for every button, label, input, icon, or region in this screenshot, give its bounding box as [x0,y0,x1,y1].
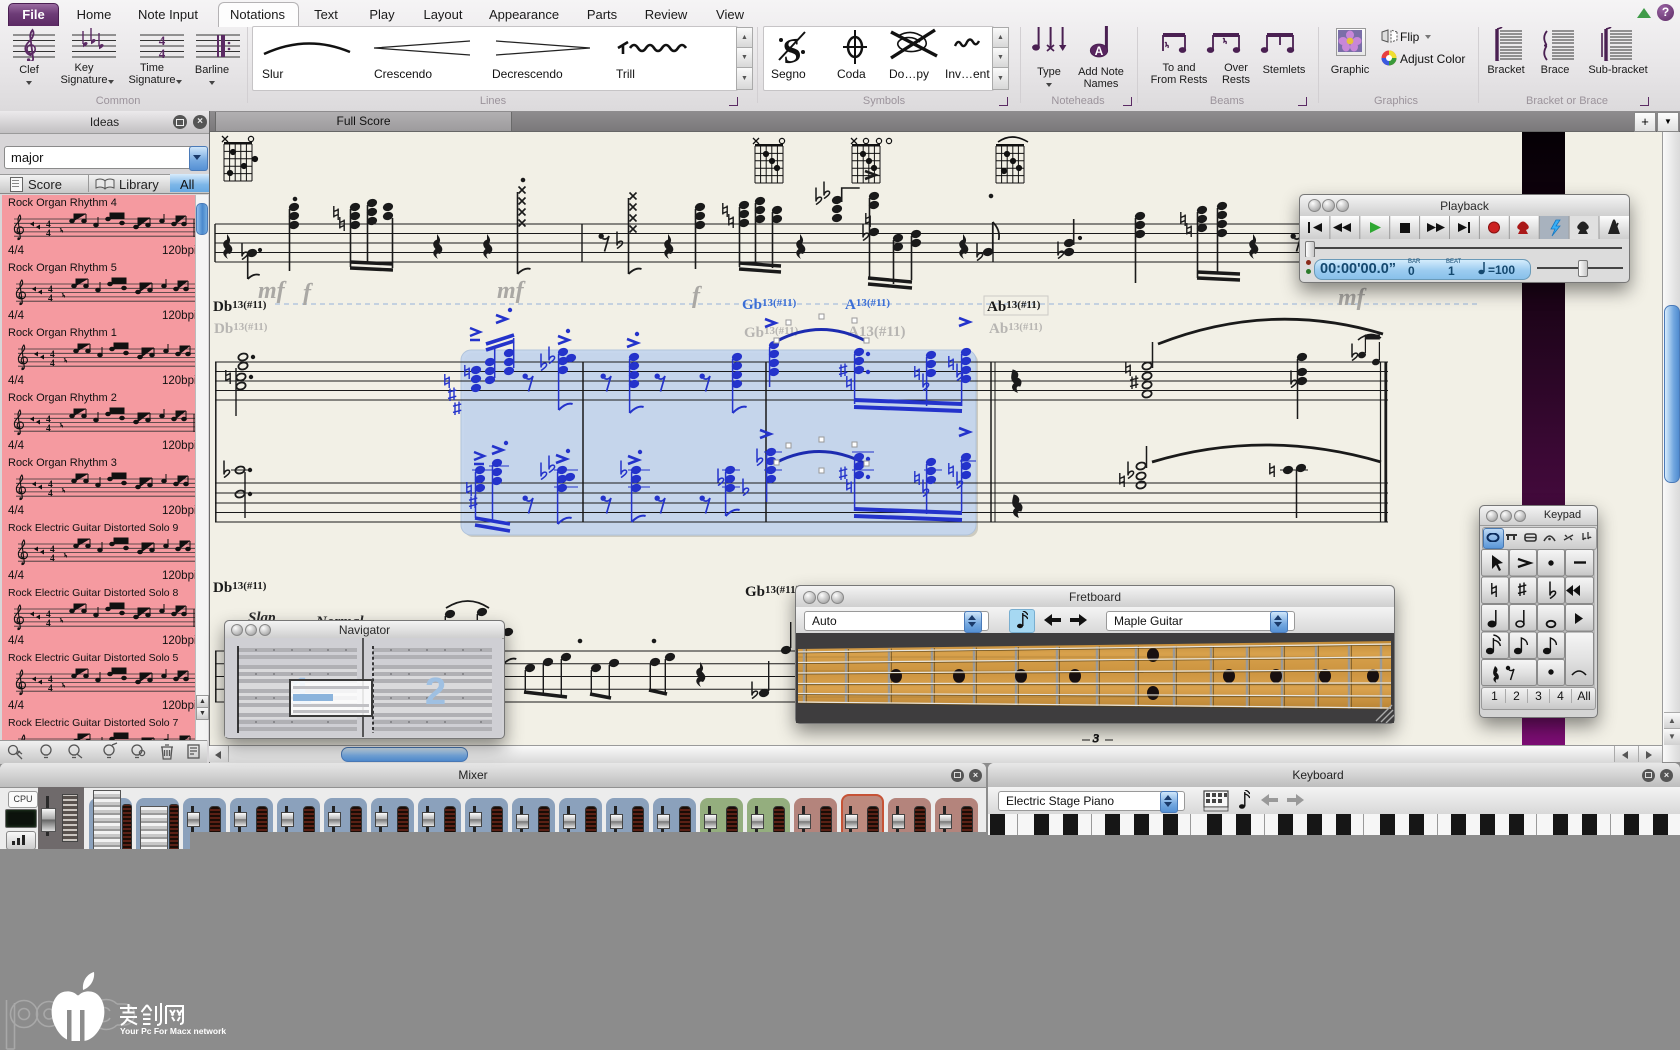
svg-text:Segno: Segno [771,67,806,81]
svg-text:Trill: Trill [616,67,635,81]
svg-text:A: A [1095,44,1104,58]
svg-text:Crescendo: Crescendo [374,67,432,81]
svg-text:Decrescendo: Decrescendo [492,67,563,81]
svg-text:Coda: Coda [837,67,866,81]
svg-text:2: 2 [425,671,446,713]
svg-text:Inv…ent: Inv…ent [945,67,990,81]
svg-text:=100: =100 [1488,263,1515,276]
svg-text:Slur: Slur [262,67,283,81]
svg-text:Your Pc For Macx network: Your Pc For Macx network [120,1026,226,1036]
svg-text:Do…py: Do…py [889,67,929,81]
